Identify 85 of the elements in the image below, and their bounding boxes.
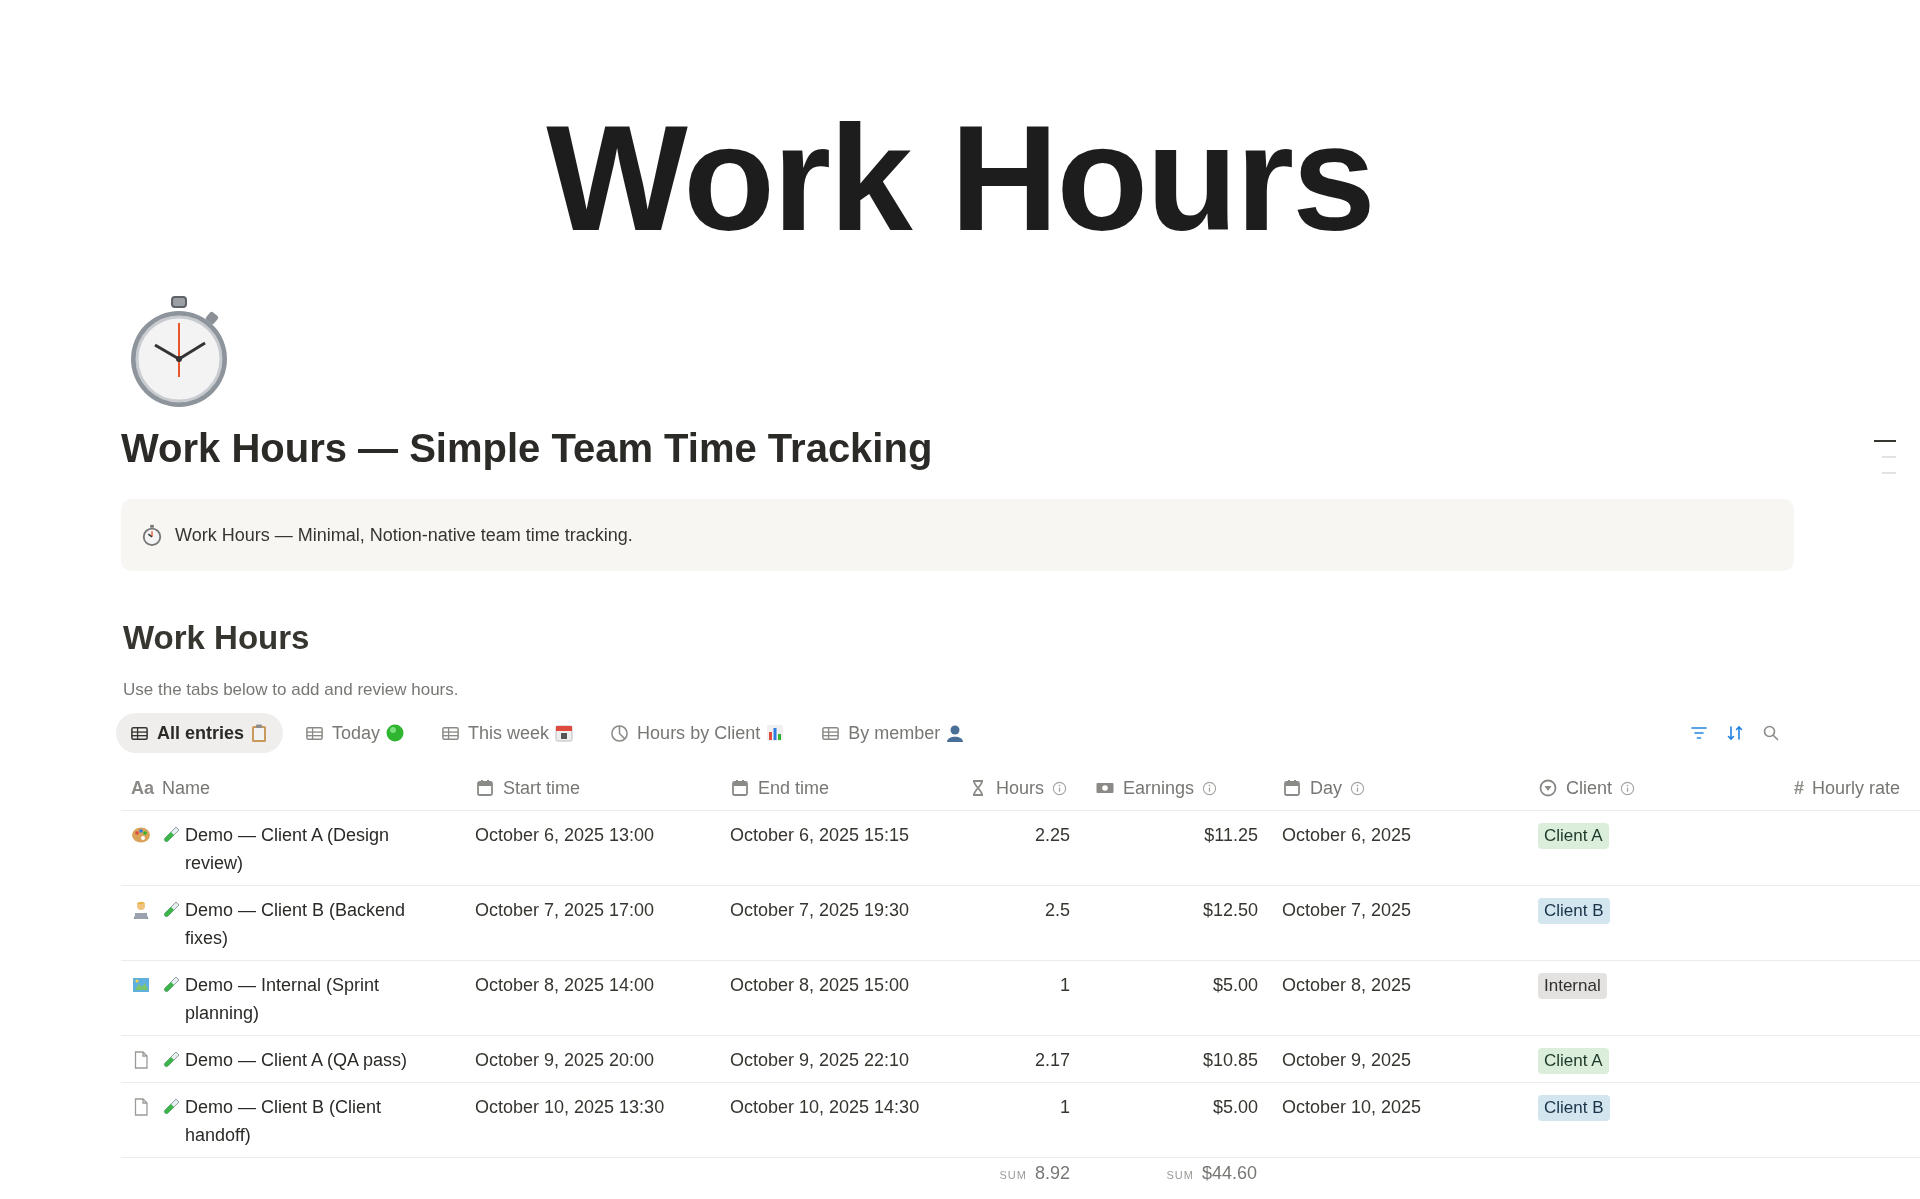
database-title: Work Hours <box>123 618 311 658</box>
sum-label: SUM <box>999 1168 1027 1181</box>
sum-label: SUM <box>1166 1168 1194 1181</box>
client-tag: Client B <box>1538 1095 1610 1121</box>
day-cell-text: October 7, 2025 <box>1281 899 1413 922</box>
view-tab[interactable]: This week <box>427 713 589 753</box>
cover-title: Work Hours <box>545 93 1375 264</box>
earnings-cell-text: $10.85 <box>1201 1049 1259 1072</box>
sort-icon[interactable] <box>1726 724 1744 742</box>
callout-text: Work Hours — Minimal, Notion-native team time tracking. <box>175 524 633 546</box>
start-time-cell-text: October 7, 2025 17:00 <box>474 899 656 922</box>
hours-cell-text: 2.5 <box>1043 899 1071 922</box>
palette-icon <box>131 825 151 845</box>
database-description: Use the tabs below to add and review hours. <box>123 679 460 701</box>
info-icon[interactable] <box>1202 780 1218 796</box>
column-header[interactable]: Hours <box>996 777 1044 799</box>
pie-chart-icon <box>610 723 630 743</box>
entry-name[interactable]: Demo — Client B (Backend fixes) <box>185 896 449 952</box>
end-time-cell-text: October 6, 2025 15:15 <box>729 824 911 847</box>
calendar-icon <box>1282 778 1302 798</box>
info-icon[interactable] <box>1350 780 1365 796</box>
client-tag: Client A <box>1538 823 1609 849</box>
end-time-cell-text: October 8, 2025 15:00 <box>729 974 911 997</box>
end-time-cell-text: October 10, 2025 14:30 <box>729 1096 921 1119</box>
earnings-cell-text: $11.25 <box>1203 824 1259 847</box>
entry-name[interactable]: Demo — Internal (Sprint planning) <box>185 971 449 1027</box>
column-header[interactable]: Earnings <box>1123 777 1195 799</box>
column-header[interactable]: Hourly rate <box>1812 777 1901 799</box>
filter-icon[interactable] <box>1690 724 1708 742</box>
client-tag: Client A <box>1538 1048 1609 1074</box>
column-header[interactable]: Start time <box>503 777 581 799</box>
day-cell-text: October 8, 2025 <box>1281 974 1413 997</box>
sum-value: $44.60 <box>1201 1162 1257 1184</box>
view-tab[interactable]: Today <box>291 713 420 753</box>
sum-value: 8.92 <box>1034 1162 1070 1184</box>
earnings-cell-text: $12.50 <box>1201 899 1259 922</box>
test-tube-icon <box>161 900 181 920</box>
client-tag: Internal <box>1538 973 1607 999</box>
search-icon[interactable] <box>1762 724 1780 742</box>
person-at-laptop-icon <box>131 900 151 920</box>
entry-name[interactable]: Demo — Client B (Client handoff) <box>185 1093 449 1149</box>
calendar-icon <box>554 723 575 743</box>
person-icon <box>945 723 966 743</box>
hours-cell-text: 1 <box>1059 974 1071 997</box>
earnings-cell-text: $5.00 <box>1211 974 1259 997</box>
entry-name[interactable]: Demo — Client A (QA pass) <box>185 1046 408 1074</box>
column-header[interactable]: Client <box>1566 777 1613 799</box>
start-time-cell-text: October 8, 2025 14:00 <box>474 974 656 997</box>
client-tag: Client B <box>1538 898 1610 924</box>
earnings-cell-text: $5.00 <box>1211 1096 1259 1119</box>
day-cell-text: October 9, 2025 <box>1281 1049 1413 1072</box>
outline-marker[interactable] <box>1874 440 1896 442</box>
entry-name[interactable]: Demo — Client A (Design review) <box>185 821 449 877</box>
test-tube-icon <box>161 1050 181 1070</box>
bar-chart-icon <box>765 723 786 743</box>
end-time-cell-text: October 9, 2025 22:10 <box>729 1049 911 1072</box>
map-icon <box>131 975 151 995</box>
info-icon[interactable] <box>1052 780 1067 796</box>
test-tube-icon <box>161 825 181 845</box>
start-time-cell-text: October 10, 2025 13:30 <box>474 1096 666 1119</box>
view-tab[interactable]: Hours by Client <box>596 713 800 753</box>
test-tube-icon <box>161 1097 181 1117</box>
hours-cell-text: 1 <box>1059 1096 1071 1119</box>
circle-icon <box>385 723 406 743</box>
page-title: Work Hours — Simple Team Time Tracking <box>121 425 934 472</box>
column-header[interactable]: Day <box>1310 777 1342 799</box>
start-time-cell-text: October 6, 2025 13:00 <box>474 824 656 847</box>
test-tube-icon <box>161 975 181 995</box>
day-cell-text: October 10, 2025 <box>1281 1096 1423 1119</box>
dropdown-icon <box>1538 778 1558 798</box>
stopwatch-icon <box>141 524 163 546</box>
text-type-icon: Aa <box>131 777 154 799</box>
column-header[interactable]: Name <box>162 777 211 799</box>
view-tab[interactable]: By member <box>807 713 980 753</box>
calendar-icon <box>730 778 750 798</box>
number-type-icon: # <box>1794 777 1804 799</box>
calendar-icon <box>475 778 495 798</box>
hours-cell-text: 2.17 <box>1033 1049 1071 1072</box>
start-time-cell-text: October 9, 2025 20:00 <box>474 1049 656 1072</box>
view-tab[interactable]: All entries <box>116 713 284 753</box>
day-cell-text: October 6, 2025 <box>1281 824 1413 847</box>
hours-cell-text: 2.25 <box>1033 824 1071 847</box>
end-time-cell-text: October 7, 2025 19:30 <box>729 899 911 922</box>
info-icon[interactable] <box>1620 780 1636 796</box>
column-header[interactable]: End time <box>758 777 830 799</box>
